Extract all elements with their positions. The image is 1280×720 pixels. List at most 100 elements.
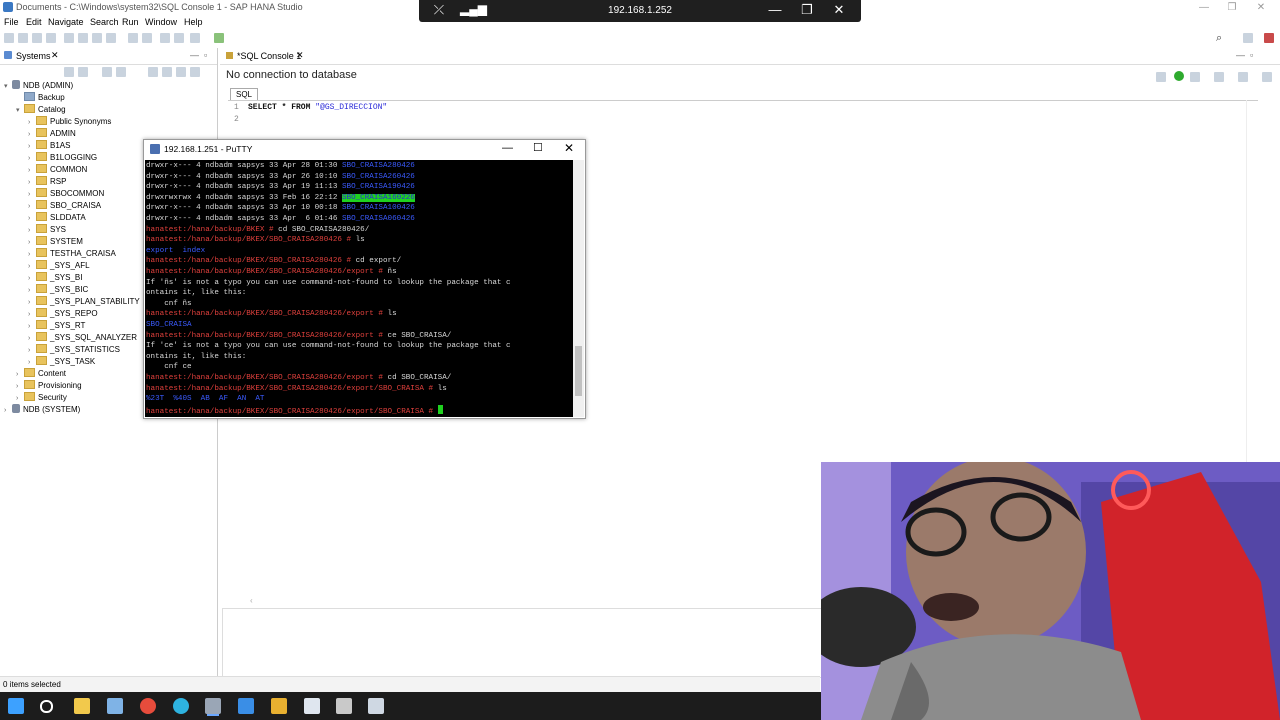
putty-minimize-icon[interactable]: —: [502, 142, 513, 154]
taskbar-edge-icon[interactable]: [173, 698, 189, 714]
run-icon[interactable]: [214, 33, 224, 43]
tree-item[interactable]: › NDB (SYSTEM): [4, 404, 80, 416]
menu-window[interactable]: Window: [145, 17, 177, 27]
tree-item[interactable]: › _SYS_REPO: [28, 308, 98, 320]
sql-subtab[interactable]: SQL: [230, 88, 258, 100]
tree-item[interactable]: ▾ Catalog: [16, 104, 66, 116]
history-icon[interactable]: [190, 33, 200, 43]
tree-item[interactable]: › SBO_CRAISA: [28, 200, 101, 212]
menu-edit[interactable]: Edit: [26, 17, 42, 27]
tree-item[interactable]: › COMMON: [28, 164, 87, 176]
chevron-down-icon[interactable]: ▾: [4, 81, 12, 93]
minimize-icon[interactable]: —: [1193, 0, 1215, 15]
next-icon[interactable]: [174, 33, 184, 43]
taskbar-slack-icon[interactable]: [271, 698, 287, 714]
rdp-close-icon[interactable]: ✕: [829, 2, 849, 18]
paste-icon[interactable]: [92, 33, 102, 43]
maximize-view-icon[interactable]: ▫: [204, 50, 207, 60]
scroll-thumb[interactable]: [575, 346, 582, 396]
taskbar-chrome-icon[interactable]: [140, 698, 156, 714]
new-icon[interactable]: [4, 33, 14, 43]
print-icon[interactable]: [46, 33, 56, 43]
history-forward-icon[interactable]: [1238, 72, 1248, 82]
tree-item[interactable]: › B1AS: [28, 140, 70, 152]
maximize-editor-icon[interactable]: ▫: [1250, 50, 1253, 60]
menu-help[interactable]: Help: [184, 17, 203, 27]
terminal-scrollbar[interactable]: [573, 160, 584, 417]
tree-item[interactable]: › Provisioning: [16, 380, 82, 392]
tree-item[interactable]: › RSP: [28, 176, 66, 188]
terminal-screen[interactable]: drwxr-x--- 4 ndbadm sapsys 33 Apr 28 01:…: [145, 160, 573, 417]
tree-item[interactable]: › Public Synonyms: [28, 116, 111, 128]
taskbar-hana-studio-icon[interactable]: [205, 698, 221, 714]
taskbar-onedrive-icon[interactable]: [238, 698, 254, 714]
close-tab-icon[interactable]: ✕: [51, 50, 59, 61]
menu-file[interactable]: File: [4, 17, 19, 27]
sql-console-icon[interactable]: [102, 67, 112, 77]
tree-item[interactable]: › B1LOGGING: [28, 152, 97, 164]
putty-close-icon[interactable]: ✕: [564, 141, 574, 155]
taskbar-notepad-icon[interactable]: [107, 698, 123, 714]
undo-icon[interactable]: [106, 33, 116, 43]
rdp-minimize-icon[interactable]: —: [765, 2, 785, 17]
tree-item[interactable]: Backup: [16, 92, 65, 104]
close-editor-tab-icon[interactable]: ✕: [296, 50, 304, 61]
prev-icon[interactable]: [160, 33, 170, 43]
tree-item[interactable]: › Security: [16, 392, 67, 404]
tree-item[interactable]: › Content: [16, 368, 66, 380]
tab-sql-console[interactable]: *SQL Console 1: [237, 51, 301, 61]
tree-item[interactable]: › _SYS_SQL_ANALYZER: [28, 332, 137, 344]
menu-navigate[interactable]: Navigate: [48, 17, 84, 27]
chevron-down-icon[interactable]: ▾: [16, 105, 24, 117]
perspective-icon[interactable]: [1243, 33, 1253, 43]
tree-item[interactable]: › TESTHA_CRAISA: [28, 248, 116, 260]
tree-item[interactable]: › ADMIN: [28, 128, 76, 140]
tree-item[interactable]: › _SYS_AFL: [28, 260, 90, 272]
collapse-icon[interactable]: [148, 67, 158, 77]
taskbar-notes-icon[interactable]: [368, 698, 384, 714]
tree-item[interactable]: › SYSTEM: [28, 236, 83, 248]
execute-icon[interactable]: [1174, 71, 1184, 81]
stop-icon[interactable]: [1190, 72, 1200, 82]
rdp-restore-icon[interactable]: ❐: [797, 2, 817, 18]
expand-icon[interactable]: [162, 67, 172, 77]
taskbar-file-explorer-icon[interactable]: [74, 698, 90, 714]
maximize-icon[interactable]: ❐: [1221, 0, 1243, 15]
minimize-view-icon[interactable]: —: [190, 50, 199, 60]
putty-window[interactable]: 192.168.1.251 - PuTTY — ☐ ✕ drwxr-x--- 4…: [143, 139, 586, 419]
tree-item[interactable]: › SBOCOMMON: [28, 188, 104, 200]
add-system-icon[interactable]: [64, 67, 74, 77]
connect-icon[interactable]: [1156, 72, 1166, 82]
taskbar-search-icon[interactable]: [40, 700, 53, 713]
close-icon[interactable]: ✕: [1250, 0, 1272, 15]
hana-perspective-icon[interactable]: [1264, 33, 1274, 43]
tree-item[interactable]: › SYS: [28, 224, 66, 236]
settings-icon[interactable]: [190, 67, 200, 77]
putty-maximize-icon[interactable]: ☐: [533, 141, 543, 154]
tree-item[interactable]: › _SYS_BIC: [28, 284, 88, 296]
forward-icon[interactable]: [142, 33, 152, 43]
tree-item[interactable]: › _SYS_BI: [28, 272, 82, 284]
tree-item[interactable]: ▾ NDB (ADMIN): [4, 80, 73, 92]
horizontal-scrollbar[interactable]: ‹: [250, 596, 820, 606]
chevron-right-icon[interactable]: ›: [4, 405, 12, 417]
copy-icon[interactable]: [78, 33, 88, 43]
history-back-icon[interactable]: [1214, 72, 1224, 82]
cut-icon[interactable]: [64, 33, 74, 43]
save-all-icon[interactable]: [32, 33, 42, 43]
editor-menu-icon[interactable]: [1262, 72, 1272, 82]
tree-item[interactable]: › _SYS_RT: [28, 320, 85, 332]
tree-item[interactable]: › _SYS_PLAN_STABILITY: [28, 296, 140, 308]
taskbar-windows-start-icon[interactable]: [8, 698, 24, 714]
putty-titlebar[interactable]: 192.168.1.251 - PuTTY — ☐ ✕: [144, 140, 585, 159]
taskbar-explorer-window-icon[interactable]: [304, 698, 320, 714]
menu-run[interactable]: Run: [122, 17, 139, 27]
back-icon[interactable]: [128, 33, 138, 43]
minimize-editor-icon[interactable]: —: [1236, 50, 1245, 60]
group-icon[interactable]: [116, 67, 126, 77]
menu-search[interactable]: Search: [90, 17, 119, 27]
taskbar-putty-icon[interactable]: [336, 698, 352, 714]
tree-item[interactable]: › SLDDATA: [28, 212, 86, 224]
save-icon[interactable]: [18, 33, 28, 43]
tree-item[interactable]: › _SYS_TASK: [28, 356, 95, 368]
